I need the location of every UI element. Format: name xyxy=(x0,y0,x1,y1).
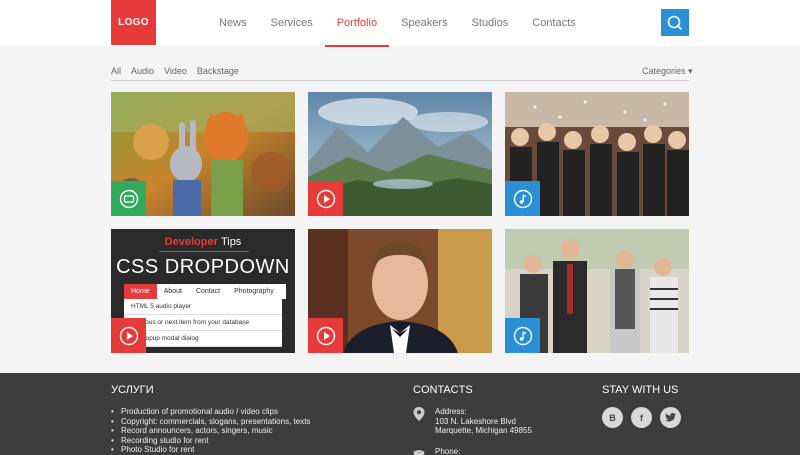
music-note-icon xyxy=(513,326,532,345)
phone-label: Phone: xyxy=(435,447,461,455)
filter-bar: All Audio Video Backstage xyxy=(111,66,249,76)
portfolio-tile-cartoon[interactable] xyxy=(111,92,295,216)
service-item[interactable]: Record announcers, actors, singers, musi… xyxy=(111,426,310,436)
service-item[interactable]: Photo Studio for rent xyxy=(111,445,310,455)
address-line2: Marquette, Michigan 49855 xyxy=(435,426,532,435)
play-icon xyxy=(316,189,335,208)
play-badge[interactable] xyxy=(308,318,343,353)
filter-divider xyxy=(111,80,689,81)
play-icon xyxy=(316,326,335,345)
service-item[interactable]: Recording studio for rent xyxy=(111,436,310,446)
filter-audio[interactable]: Audio xyxy=(131,66,154,76)
video-icon xyxy=(119,189,138,208)
devtips-menu-photography: Photography xyxy=(234,288,274,295)
devtips-dropdown: HTML 5 audio player previous or next ite… xyxy=(124,299,282,347)
services-title: УСЛУГИ xyxy=(111,384,154,396)
phone-icon xyxy=(413,450,425,455)
categories-dropdown[interactable]: Categories ▾ xyxy=(642,66,693,77)
portfolio-tile-landscape[interactable] xyxy=(308,92,492,216)
portfolio-tile-band[interactable] xyxy=(505,229,689,353)
nav-portfolio[interactable]: Portfolio xyxy=(324,0,390,47)
social-b-icon: B xyxy=(609,412,616,423)
devtips-drop-item: previous or next item from your database xyxy=(124,315,282,331)
facebook-icon: f xyxy=(640,412,643,423)
devtips-menu-contact: Contact xyxy=(195,288,221,295)
audio-badge[interactable] xyxy=(505,181,540,216)
devtips-drop-item: ery popup modal dialog xyxy=(124,331,282,347)
search-button[interactable] xyxy=(661,9,689,36)
music-note-icon xyxy=(513,189,532,208)
filter-all[interactable]: All xyxy=(111,66,121,76)
twitter-icon xyxy=(665,413,676,422)
filter-video[interactable]: Video xyxy=(164,66,187,76)
main-nav: News Services Portfolio Speakers Studios… xyxy=(207,0,588,47)
stay-with-us-title: STAY WITH US xyxy=(602,384,679,396)
devtips-brand: Developer Tips xyxy=(164,236,242,248)
nav-contacts[interactable]: Contacts xyxy=(520,0,587,46)
social-b-button[interactable]: B xyxy=(602,407,623,428)
search-icon xyxy=(667,15,683,30)
site-header: LOGO News Services Portfolio Speakers St… xyxy=(0,0,800,47)
nav-services[interactable]: Services xyxy=(259,0,325,46)
site-footer: УСЛУГИ Production of promotional audio /… xyxy=(0,373,800,455)
portfolio-tile-portrait[interactable] xyxy=(308,229,492,353)
devtips-menu: Home About Contact Photography xyxy=(124,284,286,299)
video-badge[interactable] xyxy=(111,181,146,216)
nav-speakers[interactable]: Speakers xyxy=(389,0,459,46)
logo[interactable]: LOGO xyxy=(111,0,156,45)
location-pin-icon xyxy=(413,407,425,421)
devtips-underline xyxy=(159,251,249,252)
filter-backstage[interactable]: Backstage xyxy=(197,66,239,76)
devtips-drop-item: HTML 5 audio player xyxy=(124,299,282,315)
address-label: Address: xyxy=(435,407,467,416)
devtips-heading: CSS DROPDOWN xyxy=(116,256,290,278)
portfolio-tile-party[interactable] xyxy=(505,92,689,216)
nav-studios[interactable]: Studios xyxy=(460,0,521,46)
devtips-menu-about: About xyxy=(163,288,182,295)
play-icon xyxy=(119,326,138,345)
play-badge[interactable] xyxy=(308,181,343,216)
play-badge[interactable] xyxy=(111,318,146,353)
services-list: Production of promotional audio / video … xyxy=(111,407,310,455)
contacts-title: CONTACTS xyxy=(413,384,473,396)
facebook-button[interactable]: f xyxy=(631,407,652,428)
address-line1: 103 N. Lakeshore Blvd xyxy=(435,416,516,426)
service-item[interactable]: Copyright: commercials, slogans, present… xyxy=(111,417,310,427)
devtips-menu-home: Home xyxy=(124,284,157,299)
nav-news[interactable]: News xyxy=(207,0,259,46)
audio-badge[interactable] xyxy=(505,318,540,353)
twitter-button[interactable] xyxy=(660,407,681,428)
address-text: Address: 103 N. Lakeshore Blvd Marquette… xyxy=(435,407,532,436)
service-item[interactable]: Production of promotional audio / video … xyxy=(111,407,310,417)
portfolio-tile-devtips[interactable]: Developer Tips CSS DROPDOWN Home About C… xyxy=(111,229,295,353)
